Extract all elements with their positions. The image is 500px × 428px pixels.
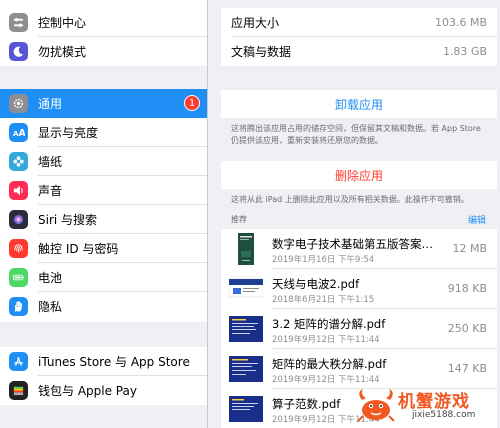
document-row[interactable]: 3.2 矩阵的谱分解.pdf 2019年9月12日 下午11:44 250 KB <box>221 309 497 349</box>
book-cover-thumbnail <box>238 233 254 265</box>
document-title: 矩阵的最大秩分解.pdf <box>272 357 387 371</box>
offload-app-label: 卸载应用 <box>334 97 383 112</box>
battery-icon <box>9 268 28 287</box>
sidebar-group-3: iTunes Store 与 App Store 钱包与 Apple Pay <box>0 347 207 405</box>
documents-data-row: 文稿与数据 1.83 GB <box>221 37 497 66</box>
document-row[interactable]: 天线与电波2.pdf 2018年6月21日 下午1:15 918 KB <box>221 269 497 309</box>
sidebar-group-2: 通用 1 AA 显示与亮度 墙纸 声音 Siri 与搜索 触控 ID 与密码 电… <box>0 89 207 322</box>
sidebar-item-display-brightness[interactable]: AA 显示与亮度 <box>0 118 207 147</box>
app-storage-detail: 应用大小 103.6 MB 文稿与数据 1.83 GB 卸载应用 这将腾出该应用… <box>209 0 500 428</box>
document-date: 2019年9月12日 下午11:44 <box>272 335 380 345</box>
delete-app-label: 删除应用 <box>334 168 383 183</box>
sidebar-item-label: 显示与亮度 <box>38 126 99 140</box>
document-row[interactable]: 数字电子技术基础第五版答案全... 2019年1月16日 下午9:54 12 M… <box>221 229 497 269</box>
wallet-icon <box>9 381 28 400</box>
gear-icon <box>9 94 28 113</box>
sidebar-item-label: 声音 <box>38 184 63 198</box>
app-size-row: 应用大小 103.6 MB <box>221 8 497 37</box>
sidebar-item-label: iTunes Store 与 App Store <box>38 355 190 369</box>
offload-app-button[interactable]: 卸载应用 <box>221 90 497 118</box>
sidebar-item-wallet-apple-pay[interactable]: 钱包与 Apple Pay <box>0 376 207 405</box>
app-size-value: 103.6 MB <box>434 16 487 29</box>
document-size: 250 KB <box>447 322 487 335</box>
sidebar-item-privacy[interactable]: 隐私 <box>0 292 207 321</box>
sidebar-item-wallpaper[interactable]: 墙纸 <box>0 147 207 176</box>
wallpaper-flower-icon <box>9 152 28 171</box>
settings-sidebar: 控制中心 勿扰模式 通用 1 AA 显示与亮度 墙纸 声音 Siri 与搜索 触… <box>0 0 208 428</box>
crab-logo-icon <box>357 389 395 422</box>
slide-thumbnail <box>229 356 263 382</box>
sidebar-item-general[interactable]: 通用 1 <box>0 89 207 118</box>
recommended-section-header: 推荐 <box>231 215 247 224</box>
slide-thumbnail <box>229 316 263 342</box>
document-row[interactable]: 矩阵的最大秩分解.pdf 2019年9月12日 下午11:44 147 KB <box>221 349 497 389</box>
document-title: 3.2 矩阵的谱分解.pdf <box>272 317 386 331</box>
notification-badge: 1 <box>184 95 200 111</box>
sidebar-item-control-center[interactable]: 控制中心 <box>0 8 207 37</box>
sidebar-item-label: 墙纸 <box>38 155 63 169</box>
sidebar-item-label: 勿扰模式 <box>38 45 87 59</box>
sidebar-item-sounds[interactable]: 声音 <box>0 176 207 205</box>
sidebar-item-battery[interactable]: 电池 <box>0 263 207 292</box>
sidebar-item-siri-search[interactable]: Siri 与搜索 <box>0 205 207 234</box>
moon-icon <box>9 42 28 61</box>
delete-app-button[interactable]: 删除应用 <box>221 161 497 189</box>
slide-thumbnail <box>229 278 263 298</box>
sidebar-item-itunes-app-store[interactable]: iTunes Store 与 App Store <box>0 347 207 376</box>
speaker-icon <box>9 181 28 200</box>
site-watermark: 机蟹游戏 jixie5188.com <box>352 384 500 428</box>
sidebar-item-label: 钱包与 Apple Pay <box>38 384 137 398</box>
sidebar-item-label: 隐私 <box>38 300 63 314</box>
sidebar-item-label: Siri 与搜索 <box>38 213 98 227</box>
delete-note: 这将从此 iPad 上删除此应用以及所有相关数据。此操作不可撤销。 <box>231 195 469 204</box>
sidebar-group-1: 控制中心 勿扰模式 <box>0 0 207 66</box>
document-date: 2019年1月16日 下午9:54 <box>272 255 375 265</box>
offload-note: 这将腾出该应用占用的储存空间，但保留其文稿和数据。若 App Store 仍提供… <box>231 124 481 145</box>
documents-data-value: 1.83 GB <box>442 45 487 58</box>
document-size: 918 KB <box>447 282 487 295</box>
control-center-icon <box>9 13 28 32</box>
sidebar-item-label: 触控 ID 与密码 <box>38 242 119 256</box>
document-title: 数字电子技术基础第五版答案全... <box>272 237 442 251</box>
document-date: 2018年6月21日 下午1:15 <box>272 295 375 305</box>
document-size: 12 MB <box>452 242 487 255</box>
siri-icon <box>9 210 28 229</box>
text-size-icon: AA <box>9 123 28 142</box>
document-size: 147 KB <box>447 362 487 375</box>
document-title: 天线与电波2.pdf <box>272 277 360 291</box>
svg-text:A: A <box>19 128 26 139</box>
watermark-url: jixie5188.com <box>412 410 476 420</box>
edit-button[interactable]: 编辑 <box>468 213 486 226</box>
watermark-title: 机蟹游戏 <box>398 392 470 412</box>
sidebar-item-label: 通用 <box>38 97 63 111</box>
sidebar-item-label: 电池 <box>38 271 63 285</box>
sidebar-item-label: 控制中心 <box>38 16 87 30</box>
documents-data-label: 文稿与数据 <box>231 45 292 59</box>
hand-icon <box>9 297 28 316</box>
app-size-label: 应用大小 <box>231 16 280 30</box>
slide-thumbnail <box>229 396 263 422</box>
app-store-icon <box>9 352 28 371</box>
sidebar-item-do-not-disturb[interactable]: 勿扰模式 <box>0 37 207 66</box>
storage-info-card: 应用大小 103.6 MB 文稿与数据 1.83 GB <box>221 8 497 66</box>
fingerprint-icon <box>9 239 28 258</box>
sidebar-item-touch-id-passcode[interactable]: 触控 ID 与密码 <box>0 234 207 263</box>
